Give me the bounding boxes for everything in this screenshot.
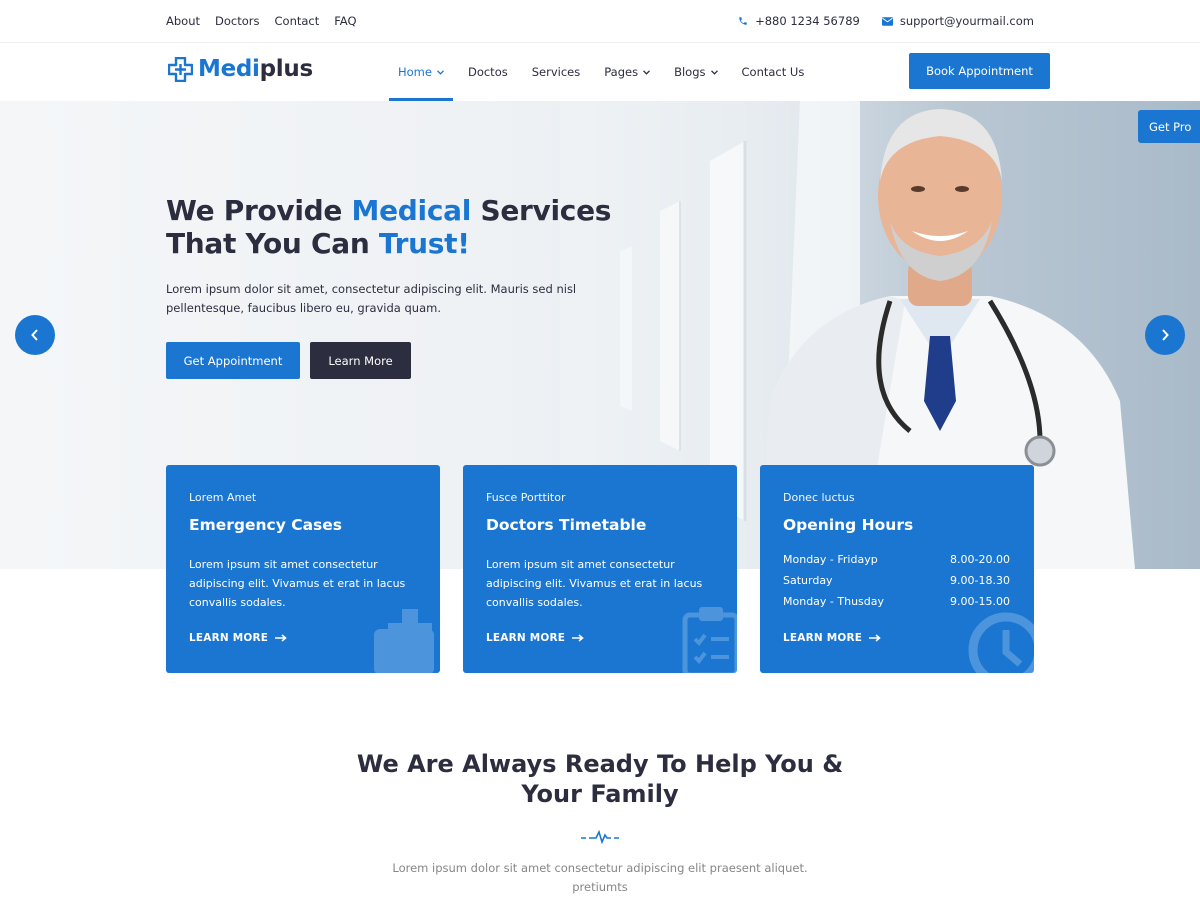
top-bar: About Doctors Contact FAQ +880 1234 5678… <box>0 0 1200 43</box>
book-appointment-button[interactable]: Book Appointment <box>909 53 1050 89</box>
arrow-right-icon <box>572 634 584 642</box>
ambulance-icon <box>374 609 434 673</box>
hero-title: We Provide Medical Services That You Can… <box>166 194 611 260</box>
top-link-contact[interactable]: Contact <box>275 14 320 28</box>
learn-more-link[interactable]: LEARN MORE <box>189 632 287 644</box>
nav-services-label: Services <box>531 65 581 79</box>
hero-title-highlight: Medical <box>351 194 472 227</box>
card-subtitle: Fusce Porttitor <box>486 491 566 504</box>
hero-title-line2: That You Can Trust! <box>166 227 611 260</box>
top-link-doctors[interactable]: Doctors <box>215 14 259 28</box>
clipboard-icon <box>682 607 737 673</box>
hero-title-line1: We Provide Medical Services <box>166 194 611 227</box>
nav-home-label: Home <box>398 65 432 79</box>
nav-pages-label: Pages <box>604 65 639 79</box>
main-header: Mediplus Home Doctos Services Pages Blog… <box>0 43 1200 101</box>
heartbeat-icon <box>581 830 619 844</box>
doctors-timetable-card: Fusce Porttitor Doctors Timetable Lorem … <box>463 465 737 673</box>
nav-doctors[interactable]: Doctos <box>459 43 517 101</box>
slider-next-button[interactable] <box>1145 315 1185 355</box>
logo-text-part1: Medi <box>198 56 260 82</box>
logo[interactable]: Mediplus <box>168 56 313 82</box>
card-title: Opening Hours <box>783 516 914 534</box>
section-title-line1: We Are Always Ready To Help You & <box>356 750 844 778</box>
phone-contact[interactable]: +880 1234 56789 <box>738 14 860 28</box>
medical-cross-icon <box>168 56 193 82</box>
section-description: Lorem ipsum dolor sit amet consectetur a… <box>392 861 808 894</box>
section-title-line2: Your Family <box>521 780 679 808</box>
chevron-down-icon <box>437 69 444 75</box>
learn-more-label: LEARN MORE <box>783 632 863 644</box>
chevron-down-icon <box>710 69 718 75</box>
top-link-about[interactable]: About <box>166 14 200 28</box>
hero-title-part: Services <box>471 194 612 227</box>
hours-day: Monday - Thusday <box>783 595 885 608</box>
slider-prev-button[interactable] <box>15 315 55 355</box>
nav-contact-us[interactable]: Contact Us <box>733 43 814 101</box>
nav-contact-us-label: Contact Us <box>741 65 805 79</box>
top-links: About Doctors Contact FAQ <box>166 14 357 28</box>
hours-time: 8.00-20.00 <box>950 553 1010 566</box>
nav-pages[interactable]: Pages <box>595 43 659 101</box>
main-nav: Home Doctos Services Pages Blogs Contact… <box>389 43 819 101</box>
hours-row: Monday - Fridayp 8.00-20.00 <box>783 553 1010 574</box>
email-address: support@yourmail.com <box>899 14 1034 28</box>
card-text: Lorem ipsum sit amet consectetur adipisc… <box>486 558 703 609</box>
learn-more-link[interactable]: LEARN MORE <box>783 632 881 644</box>
nav-doctors-label: Doctos <box>467 65 508 79</box>
arrow-right-icon <box>869 634 881 642</box>
card-text: Lorem ipsum sit amet consectetur adipisc… <box>189 558 406 609</box>
clock-icon <box>968 612 1034 673</box>
logo-text: Mediplus <box>198 56 313 82</box>
hero-title-part: That You Can <box>166 227 379 260</box>
top-link-faq[interactable]: FAQ <box>334 14 356 28</box>
hours-day: Monday - Fridayp <box>783 553 878 566</box>
nav-blogs-label: Blogs <box>674 65 706 79</box>
get-pro-button[interactable]: Get Pro <box>1138 110 1200 143</box>
learn-more-link[interactable]: LEARN MORE <box>486 632 584 644</box>
nav-blogs[interactable]: Blogs <box>665 43 726 101</box>
card-title: Emergency Cases <box>189 516 343 534</box>
card-subtitle: Donec luctus <box>783 491 855 504</box>
top-contact: +880 1234 56789 support@yourmail.com <box>738 14 1034 28</box>
nav-services[interactable]: Services <box>523 43 590 101</box>
email-contact[interactable]: support@yourmail.com <box>881 14 1034 28</box>
hero-title-highlight: Trust! <box>378 227 470 260</box>
hero-title-part: We Provide <box>166 194 352 227</box>
opening-hours-list: Monday - Fridayp 8.00-20.00 Saturday 9.0… <box>783 553 1010 616</box>
learn-more-label: LEARN MORE <box>486 632 566 644</box>
emergency-cases-card: Lorem Amet Emergency Cases Lorem ipsum s… <box>166 465 440 673</box>
opening-hours-card: Donec luctus Opening Hours Monday - Frid… <box>760 465 1034 673</box>
learn-more-label: LEARN MORE <box>189 632 269 644</box>
card-subtitle: Lorem Amet <box>189 491 257 504</box>
envelope-icon <box>881 16 893 26</box>
hours-row: Saturday 9.00-18.30 <box>783 574 1010 595</box>
hours-day: Saturday <box>783 574 833 587</box>
nav-home[interactable]: Home <box>389 43 453 101</box>
chevron-left-icon <box>31 329 38 341</box>
hero-description: Lorem ipsum dolor sit amet, consectetur … <box>166 282 577 315</box>
phone-icon <box>739 17 747 25</box>
hours-time: 9.00-18.30 <box>950 574 1010 587</box>
arrow-right-icon <box>275 634 287 642</box>
get-appointment-button[interactable]: Get Appointment <box>166 342 300 379</box>
chevron-right-icon <box>1162 329 1169 341</box>
phone-number: +880 1234 56789 <box>755 14 860 28</box>
logo-text-part2: plus <box>259 56 314 82</box>
learn-more-button[interactable]: Learn More <box>310 342 411 379</box>
card-title: Doctors Timetable <box>486 516 647 534</box>
section-title: We Are Always Ready To Help You & Your F… <box>0 749 1200 809</box>
chevron-down-icon <box>643 69 651 75</box>
